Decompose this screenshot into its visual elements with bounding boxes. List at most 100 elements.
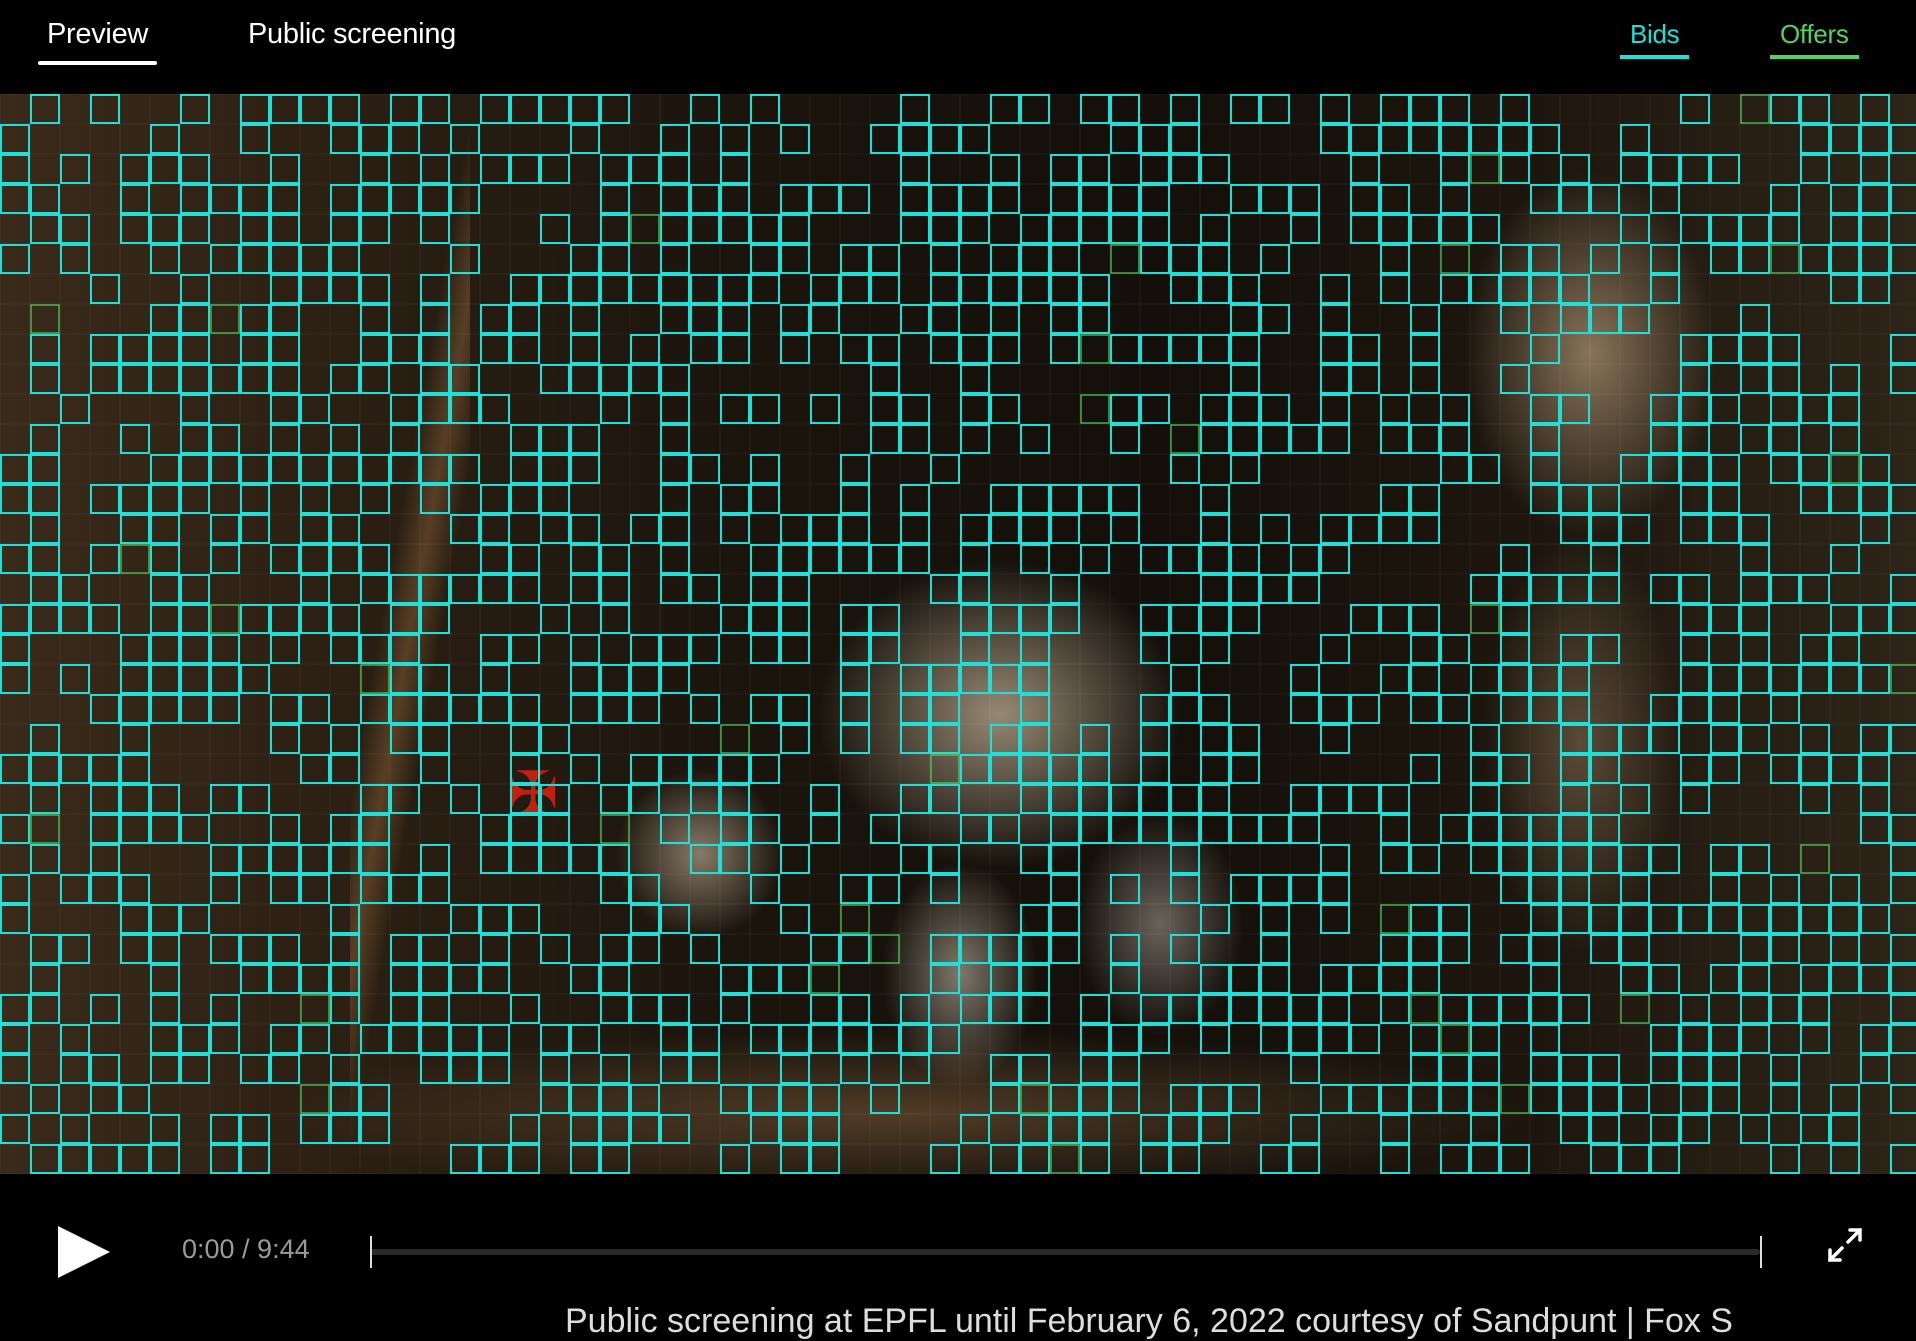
- bid-cell[interactable]: [120, 634, 150, 664]
- bid-cell[interactable]: [1620, 454, 1650, 484]
- bid-cell[interactable]: [720, 304, 750, 334]
- bid-cell[interactable]: [270, 394, 300, 424]
- bid-cell[interactable]: [1680, 424, 1710, 454]
- bid-cell[interactable]: [210, 184, 240, 214]
- bid-cell[interactable]: [1710, 844, 1740, 874]
- bid-cell[interactable]: [90, 334, 120, 364]
- bid-cell[interactable]: [1290, 694, 1320, 724]
- bid-cell[interactable]: [1350, 1084, 1380, 1114]
- bid-cell[interactable]: [570, 454, 600, 484]
- bid-cell[interactable]: [1560, 274, 1590, 304]
- bid-cell[interactable]: [150, 1114, 180, 1144]
- bid-cell[interactable]: [1320, 844, 1350, 874]
- bid-cell[interactable]: [270, 544, 300, 574]
- bid-cell[interactable]: [720, 964, 750, 994]
- bid-cell[interactable]: [1590, 1144, 1620, 1174]
- bid-cell[interactable]: [450, 454, 480, 484]
- bid-cell[interactable]: [1680, 484, 1710, 514]
- bid-cell[interactable]: [390, 964, 420, 994]
- bid-cell[interactable]: [1080, 154, 1110, 184]
- bid-cell[interactable]: [300, 94, 330, 124]
- bid-cell[interactable]: [1470, 1054, 1500, 1084]
- bid-cell[interactable]: [1530, 934, 1560, 964]
- bid-cell[interactable]: [1890, 934, 1916, 964]
- bid-cell[interactable]: [1380, 664, 1410, 694]
- bid-cell[interactable]: [1860, 94, 1890, 124]
- bid-cell[interactable]: [1710, 484, 1740, 514]
- bid-cell[interactable]: [1020, 424, 1050, 454]
- bid-cell[interactable]: [30, 544, 60, 574]
- bid-cell[interactable]: [1830, 934, 1860, 964]
- bid-cell[interactable]: [300, 394, 330, 424]
- bid-cell[interactable]: [780, 304, 810, 334]
- bid-cell[interactable]: [510, 1144, 540, 1174]
- bid-cell[interactable]: [1200, 904, 1230, 934]
- bid-cell[interactable]: [330, 904, 360, 934]
- bid-cell[interactable]: [1200, 604, 1230, 634]
- bid-cell[interactable]: [150, 664, 180, 694]
- bid-cell[interactable]: [1380, 274, 1410, 304]
- bid-cell[interactable]: [1320, 424, 1350, 454]
- bid-cell[interactable]: [1710, 1054, 1740, 1084]
- bid-cell[interactable]: [1440, 904, 1470, 934]
- bid-cell[interactable]: [1770, 664, 1800, 694]
- bid-cell[interactable]: [1200, 514, 1230, 544]
- bid-cell[interactable]: [1770, 424, 1800, 454]
- bid-cell[interactable]: [1500, 844, 1530, 874]
- bid-cell[interactable]: [1710, 514, 1740, 544]
- offer-cell[interactable]: [720, 724, 750, 754]
- bid-cell[interactable]: [1200, 964, 1230, 994]
- bid-cell[interactable]: [480, 1144, 510, 1174]
- bid-cell[interactable]: [1770, 214, 1800, 244]
- bid-cell[interactable]: [360, 814, 390, 844]
- bid-cell[interactable]: [330, 94, 360, 124]
- bid-cell[interactable]: [1530, 244, 1560, 274]
- bid-cell[interactable]: [1110, 214, 1140, 244]
- bid-cell[interactable]: [150, 544, 180, 574]
- bid-cell[interactable]: [960, 604, 990, 634]
- bid-cell[interactable]: [540, 934, 570, 964]
- offer-cell[interactable]: [1080, 394, 1110, 424]
- bid-cell[interactable]: [510, 784, 540, 814]
- bid-cell[interactable]: [300, 274, 330, 304]
- bid-cell[interactable]: [1140, 124, 1170, 154]
- offer-cell[interactable]: [1170, 424, 1200, 454]
- bid-cell[interactable]: [1290, 664, 1320, 694]
- bid-cell[interactable]: [720, 514, 750, 544]
- bid-cell[interactable]: [1170, 994, 1200, 1024]
- bid-cell[interactable]: [30, 934, 60, 964]
- bid-cell[interactable]: [480, 514, 510, 544]
- bid-cell[interactable]: [360, 694, 390, 724]
- bid-cell[interactable]: [1260, 184, 1290, 214]
- bid-cell[interactable]: [1350, 1024, 1380, 1054]
- bid-cell[interactable]: [30, 94, 60, 124]
- bid-cell[interactable]: [390, 604, 420, 634]
- bid-cell[interactable]: [780, 514, 810, 544]
- bid-cell[interactable]: [270, 154, 300, 184]
- offer-cell[interactable]: [1620, 994, 1650, 1024]
- bid-cell[interactable]: [1650, 274, 1680, 304]
- bid-cell[interactable]: [540, 274, 570, 304]
- bid-cell[interactable]: [210, 634, 240, 664]
- bid-cell[interactable]: [990, 244, 1020, 274]
- bid-cell[interactable]: [1860, 754, 1890, 784]
- bid-cell[interactable]: [1410, 1084, 1440, 1114]
- bid-cell[interactable]: [660, 124, 690, 154]
- bid-cell[interactable]: [1050, 934, 1080, 964]
- bid-cell[interactable]: [780, 244, 810, 274]
- bid-cell[interactable]: [600, 184, 630, 214]
- bid-cell[interactable]: [1470, 124, 1500, 154]
- offer-cell[interactable]: [1080, 334, 1110, 364]
- bid-cell[interactable]: [1500, 874, 1530, 904]
- bid-cell[interactable]: [930, 664, 960, 694]
- bid-cell[interactable]: [510, 1114, 540, 1144]
- bid-cell[interactable]: [810, 1114, 840, 1144]
- bid-cell[interactable]: [1740, 424, 1770, 454]
- offer-cell[interactable]: [1020, 1084, 1050, 1114]
- bid-cell[interactable]: [1020, 634, 1050, 664]
- bid-cell[interactable]: [1830, 424, 1860, 454]
- bid-cell[interactable]: [150, 124, 180, 154]
- bid-cell[interactable]: [1020, 544, 1050, 574]
- bid-cell[interactable]: [600, 244, 630, 274]
- bid-cell[interactable]: [1650, 844, 1680, 874]
